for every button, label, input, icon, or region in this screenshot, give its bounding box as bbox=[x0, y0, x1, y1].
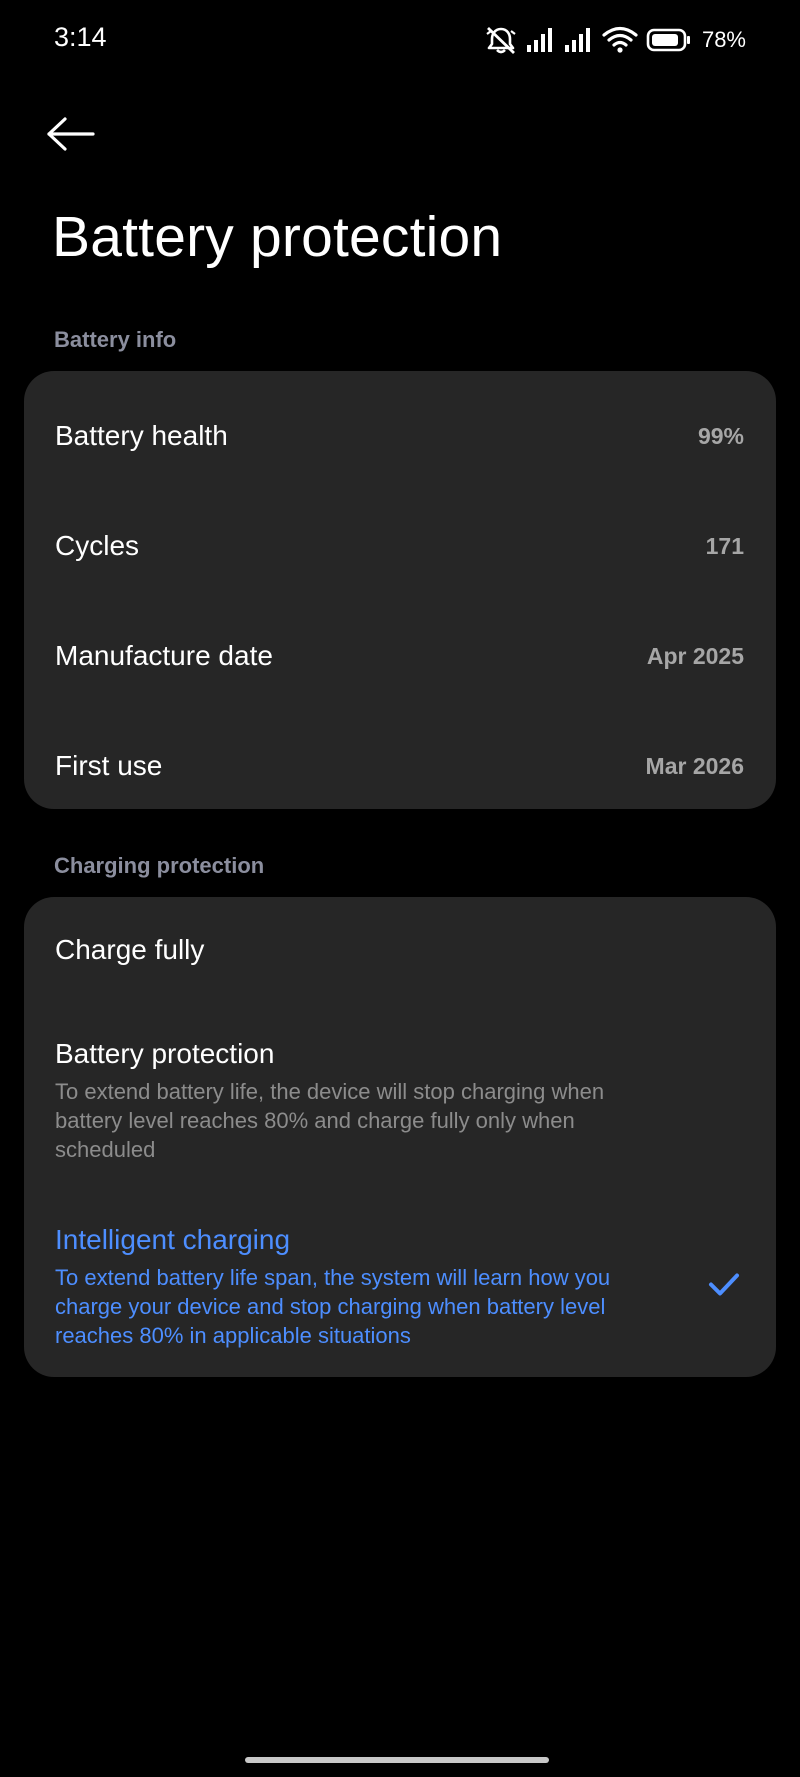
info-value: Mar 2026 bbox=[645, 752, 744, 779]
battery-icon bbox=[646, 27, 692, 53]
option-title: Charge fully bbox=[55, 934, 205, 965]
section-header-charging-protection: Charging protection bbox=[54, 853, 265, 878]
option-description: To extend battery life span, the system … bbox=[55, 1265, 611, 1348]
info-value: Apr 2025 bbox=[646, 642, 744, 669]
signal-icon bbox=[564, 27, 594, 53]
info-label: Battery health bbox=[55, 420, 228, 451]
option-title: Battery protection bbox=[55, 1038, 275, 1069]
status-icons: 78% bbox=[484, 22, 746, 58]
check-icon bbox=[708, 1271, 740, 1302]
battery-percent: 78% bbox=[701, 27, 746, 52]
option-intelligent-charging[interactable]: Intelligent charging To extend battery l… bbox=[24, 1223, 776, 1350]
info-row-cycles: Cycles 171 bbox=[24, 491, 776, 601]
option-description: To extend battery life, the device will … bbox=[55, 1079, 605, 1162]
info-row-first-use: First use Mar 2026 bbox=[24, 711, 776, 821]
option-charge-fully[interactable]: Charge fully bbox=[24, 933, 776, 967]
status-time: 3:14 bbox=[54, 22, 107, 52]
info-value: 99% bbox=[697, 422, 744, 449]
status-bar: 3:14 78% bbox=[0, 0, 800, 80]
signal-icon bbox=[526, 27, 556, 53]
battery-info-card: Battery health 99% Cycles 171 Manufactur… bbox=[24, 371, 776, 809]
info-label: First use bbox=[55, 750, 163, 781]
info-label: Cycles bbox=[55, 530, 140, 561]
option-title: Intelligent charging bbox=[55, 1224, 291, 1255]
option-battery-protection[interactable]: Battery protection To extend battery lif… bbox=[24, 1037, 776, 1164]
wifi-icon bbox=[602, 26, 638, 54]
info-row-battery-health: Battery health 99% bbox=[24, 381, 776, 491]
info-value: 171 bbox=[705, 532, 744, 559]
mute-bell-icon bbox=[484, 25, 518, 55]
info-label: Manufacture date bbox=[55, 640, 273, 671]
charging-protection-card: Charge fully Battery protection To exten… bbox=[24, 897, 776, 1377]
info-row-manufacture-date: Manufacture date Apr 2025 bbox=[24, 601, 776, 711]
back-button[interactable] bbox=[46, 108, 110, 164]
page-title: Battery protection bbox=[52, 205, 503, 269]
section-header-battery-info: Battery info bbox=[54, 327, 177, 352]
arrow-left-icon bbox=[46, 116, 96, 157]
home-indicator[interactable] bbox=[245, 1757, 549, 1763]
